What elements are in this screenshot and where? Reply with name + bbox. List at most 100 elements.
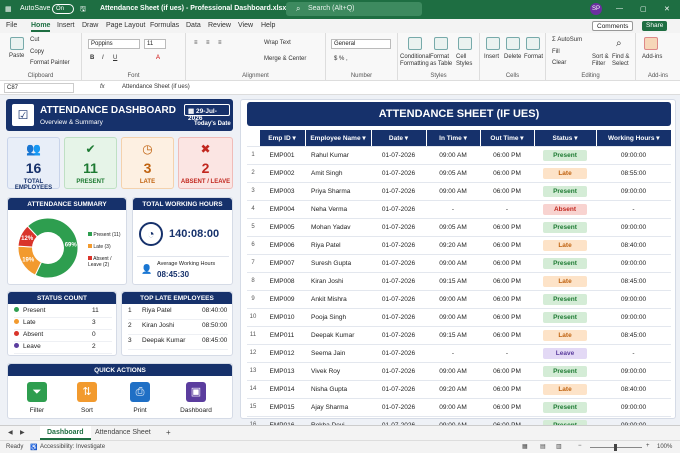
tab-file[interactable]: File bbox=[6, 22, 17, 29]
paste-icon[interactable] bbox=[10, 37, 24, 50]
table-cell[interactable]: 08:55:00 bbox=[596, 164, 671, 183]
page-layout-view-icon[interactable]: ▤ bbox=[540, 443, 546, 450]
tab-review[interactable]: Review bbox=[208, 22, 231, 29]
table-cell[interactable]: Riya Patel bbox=[305, 236, 371, 255]
formula-input[interactable]: Attendance Sheet (if ues) bbox=[122, 84, 190, 90]
table-cell[interactable]: - bbox=[480, 200, 534, 219]
table-cell[interactable]: Ajay Sharma bbox=[305, 398, 371, 417]
column-header[interactable]: In Time ▾ bbox=[426, 130, 481, 147]
tab-formulas[interactable]: Formulas bbox=[150, 22, 179, 29]
format-cells-icon[interactable] bbox=[526, 37, 540, 50]
table-cell[interactable]: Neha Verma bbox=[305, 200, 371, 219]
table-row[interactable]: 13 EMP013 Vivek Roy 01-07-2026 09:00 AM 06:00… bbox=[247, 362, 671, 381]
table-cell[interactable]: 09:00:00 bbox=[596, 308, 671, 327]
table-cell[interactable]: Present bbox=[534, 146, 596, 165]
table-cell[interactable]: Present bbox=[534, 308, 596, 327]
table-cell[interactable]: 01-07-2026 bbox=[371, 326, 426, 345]
row-number[interactable]: 7 bbox=[247, 254, 259, 273]
tab-draw[interactable]: Draw bbox=[82, 22, 98, 29]
table-cell[interactable]: Leave bbox=[534, 344, 596, 363]
table-cell[interactable]: Amit Singh bbox=[305, 164, 371, 183]
table-cell[interactable]: 06:00 PM bbox=[480, 362, 534, 381]
table-cell[interactable]: Present bbox=[534, 362, 596, 381]
table-cell[interactable]: Late bbox=[534, 272, 596, 291]
zoom-out-icon[interactable]: − bbox=[578, 443, 582, 449]
font-name-select[interactable]: Poppins bbox=[88, 39, 140, 49]
share-button[interactable]: Share bbox=[642, 21, 668, 31]
table-cell[interactable]: 01-07-2026 bbox=[371, 236, 426, 255]
comments-button[interactable]: Comments bbox=[592, 21, 634, 31]
next-sheet-icon[interactable]: ▶ bbox=[20, 429, 25, 436]
addins-button[interactable]: Add-ins bbox=[642, 54, 662, 60]
table-row[interactable]: 8 EMP008 Kiran Joshi 01-07-2026 09:15 AM 06:0… bbox=[247, 272, 671, 291]
name-box[interactable]: C87 bbox=[4, 83, 74, 93]
table-cell[interactable]: Seema Jain bbox=[305, 344, 371, 363]
table-cell[interactable]: 09:00 AM bbox=[426, 362, 480, 381]
table-cell[interactable]: 06:00 PM bbox=[480, 254, 534, 273]
close-icon[interactable]: ✕ bbox=[664, 5, 670, 13]
row-number[interactable]: 3 bbox=[247, 182, 259, 201]
table-cell[interactable]: 06:00 PM bbox=[480, 308, 534, 327]
sort-button[interactable]: Sort bbox=[72, 407, 102, 414]
number-format-select[interactable]: General bbox=[331, 39, 391, 49]
sheet-tab-attendance[interactable]: Attendance Sheet bbox=[95, 429, 151, 436]
accessibility-status[interactable]: Accessibility: Investigate bbox=[40, 444, 105, 450]
table-cell[interactable]: Suresh Gupta bbox=[305, 254, 371, 273]
table-cell[interactable]: 09:20 AM bbox=[426, 236, 480, 255]
format-table-icon[interactable] bbox=[434, 37, 448, 50]
table-cell[interactable]: 01-07-2026 bbox=[371, 200, 426, 219]
table-cell[interactable]: 08:40:00 bbox=[596, 380, 671, 399]
add-sheet-icon[interactable]: + bbox=[166, 428, 171, 437]
table-cell[interactable]: 09:00 AM bbox=[426, 308, 480, 327]
table-cell[interactable]: Vivek Roy bbox=[305, 362, 371, 381]
table-row[interactable]: 14 EMP014 Nisha Gupta 01-07-2026 09:20 AM 06:… bbox=[247, 380, 671, 399]
save-icon[interactable]: 🖫 bbox=[80, 5, 86, 16]
table-cell[interactable]: EMP014 bbox=[259, 380, 305, 399]
print-button[interactable]: Print bbox=[125, 407, 155, 414]
table-row[interactable]: 11 EMP011 Deepak Kumar 01-07-2026 09:15 AM 06… bbox=[247, 326, 671, 345]
zoom-in-icon[interactable]: + bbox=[646, 443, 650, 449]
table-cell[interactable]: Deepak Kumar bbox=[305, 326, 371, 345]
delete-cells-icon[interactable] bbox=[506, 37, 520, 50]
table-cell[interactable]: 01-07-2026 bbox=[371, 182, 426, 201]
filter-icon[interactable]: ⏷ bbox=[27, 382, 47, 402]
table-row[interactable]: 7 EMP007 Suresh Gupta 01-07-2026 09:00 AM 06:… bbox=[247, 254, 671, 273]
table-cell[interactable]: - bbox=[426, 200, 480, 219]
table-row[interactable]: 3 EMP003 Priya Sharma 01-07-2026 09:00 AM 06:… bbox=[247, 182, 671, 201]
table-cell[interactable]: 06:00 PM bbox=[480, 398, 534, 417]
table-cell[interactable]: - bbox=[480, 344, 534, 363]
zoom-slider-thumb[interactable] bbox=[614, 444, 617, 451]
column-header[interactable]: Date ▾ bbox=[371, 130, 427, 147]
fill-button[interactable]: Fill bbox=[552, 49, 560, 55]
table-cell[interactable]: 06:00 PM bbox=[480, 146, 534, 165]
row-number[interactable]: 5 bbox=[247, 218, 259, 237]
table-row[interactable]: 2 EMP002 Amit Singh 01-07-2026 09:05 AM 06:00… bbox=[247, 164, 671, 183]
italic-button[interactable]: I bbox=[102, 55, 104, 61]
print-icon[interactable]: ⎙ bbox=[130, 382, 150, 402]
table-cell[interactable]: 09:00:00 bbox=[596, 398, 671, 417]
format-as-table-button[interactable]: Format as Table bbox=[430, 54, 456, 68]
table-cell[interactable]: 09:00:00 bbox=[596, 290, 671, 309]
dashboard-button[interactable]: Dashboard bbox=[176, 407, 216, 414]
conditional-formatting-icon[interactable] bbox=[408, 37, 422, 50]
table-row[interactable]: 9 EMP009 Ankit Mishra 01-07-2026 09:00 AM 06:… bbox=[247, 290, 671, 309]
tab-insert[interactable]: Insert bbox=[57, 22, 75, 29]
addins-icon[interactable] bbox=[644, 37, 658, 50]
maximize-icon[interactable]: ▢ bbox=[640, 5, 647, 13]
table-cell[interactable]: Pooja Singh bbox=[305, 308, 371, 327]
column-header[interactable]: Working Hours ▾ bbox=[596, 130, 671, 147]
table-cell[interactable]: EMP010 bbox=[259, 308, 305, 327]
table-cell[interactable]: 09:00 AM bbox=[426, 182, 480, 201]
table-cell[interactable]: 06:00 PM bbox=[480, 164, 534, 183]
row-number[interactable]: 15 bbox=[247, 398, 259, 417]
column-header[interactable]: Employee Name ▾ bbox=[305, 130, 372, 147]
table-cell[interactable]: Present bbox=[534, 182, 596, 201]
table-row[interactable]: 5 EMP005 Mohan Yadav 01-07-2026 09:05 AM 06:0… bbox=[247, 218, 671, 237]
row-number[interactable]: 1 bbox=[247, 146, 259, 165]
table-cell[interactable]: Nisha Gupta bbox=[305, 380, 371, 399]
cell-styles-icon[interactable] bbox=[458, 37, 472, 50]
table-cell[interactable]: 01-07-2026 bbox=[371, 398, 426, 417]
row-number[interactable]: 11 bbox=[247, 326, 259, 345]
underline-button[interactable]: U bbox=[113, 55, 117, 61]
sheet-tab-dashboard[interactable]: Dashboard bbox=[40, 426, 91, 440]
